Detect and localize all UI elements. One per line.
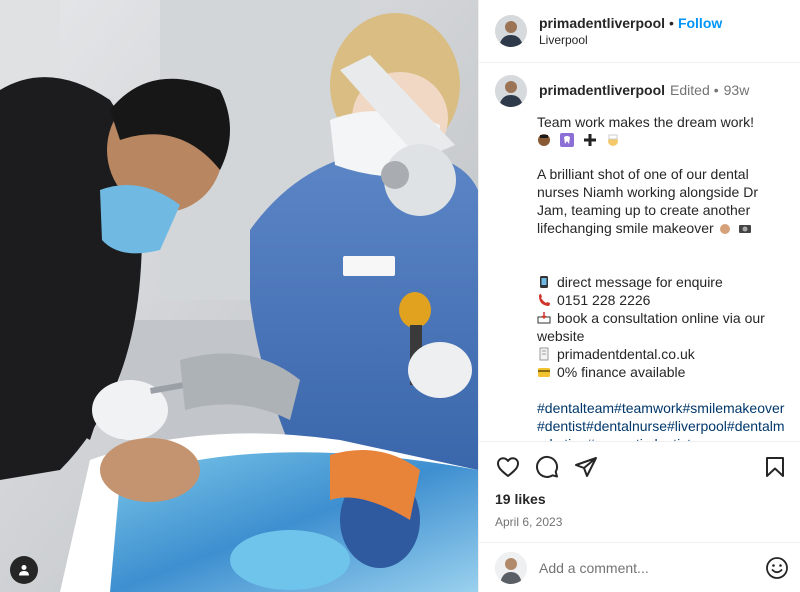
post-photo[interactable]	[0, 0, 478, 592]
caption-body: A brilliant shot of one of our dental nu…	[537, 166, 758, 236]
tooth-emoji-icon	[560, 133, 574, 147]
tag-people-button[interactable]	[10, 556, 38, 584]
contact-message-line: direct message for enquire	[537, 273, 786, 291]
inbox-tray-icon	[537, 312, 551, 324]
follow-button[interactable]: Follow	[678, 15, 722, 31]
caption-title: Team work makes the dream work!	[537, 114, 755, 130]
add-comment-bar	[479, 542, 800, 592]
contact-book-line: book a consultation online via our websi…	[537, 310, 765, 344]
caption-username[interactable]: primadentliverpool	[539, 82, 665, 98]
mobile-phone-icon	[540, 276, 548, 288]
post-dialog: primadentliverpool • Follow Liverpool pr	[0, 0, 800, 592]
share-button[interactable]	[571, 452, 601, 482]
post-header: primadentliverpool • Follow Liverpool	[479, 0, 800, 63]
separator-dot: •	[669, 15, 674, 31]
clap-emoji-icon	[719, 224, 730, 234]
viewer-avatar	[495, 551, 527, 584]
heart-icon	[497, 456, 519, 477]
author-username[interactable]: primadentliverpool	[539, 15, 665, 31]
paper-plane-icon	[575, 456, 597, 477]
credit-card-icon	[538, 368, 550, 377]
page-icon	[539, 347, 549, 361]
post-age[interactable]: 93w	[724, 82, 750, 98]
dentist-emoji-icon	[538, 134, 550, 146]
action-bar	[479, 441, 800, 491]
contact-finance-line: 0% finance available	[537, 363, 786, 381]
emoji-picker-button[interactable]	[764, 555, 790, 581]
edited-label: Edited	[670, 82, 710, 98]
separator-dot: •	[713, 82, 719, 98]
post-side-panel: primadentliverpool • Follow Liverpool pr	[478, 0, 800, 592]
contact-site-line: primadentdental.co.uk	[537, 345, 786, 363]
author-avatar[interactable]	[495, 15, 527, 47]
comment-input[interactable]	[539, 559, 764, 576]
caption-emoji-row	[537, 133, 786, 147]
caption-text: Team work makes the dream work! A brilli…	[537, 113, 786, 441]
person-tag-icon	[19, 565, 29, 576]
post-date[interactable]: April 6, 2023	[479, 515, 800, 531]
dental-scene-image	[0, 0, 478, 592]
comment-button[interactable]	[532, 452, 562, 482]
post-location[interactable]: Liverpool	[539, 33, 722, 47]
camera-emoji-icon	[738, 225, 751, 233]
caption-area[interactable]: primadentliverpool Edited • 93w Team wor…	[479, 63, 800, 441]
plus-emoji-icon	[584, 134, 596, 146]
likes-count[interactable]: 19 likes	[479, 491, 800, 511]
comment-icon	[536, 455, 559, 478]
hashtags[interactable]: #dentalteam#teamwork#smilemakeover#denti…	[537, 399, 786, 441]
like-button[interactable]	[493, 452, 523, 482]
telephone-icon	[539, 294, 550, 306]
caption-avatar[interactable]	[495, 75, 527, 107]
smiley-icon	[766, 556, 788, 579]
save-button[interactable]	[760, 452, 790, 482]
bookmark-icon	[766, 456, 784, 477]
contact-phone-line: 0151 228 2226	[537, 291, 786, 309]
nurse-emoji-icon	[608, 134, 618, 146]
